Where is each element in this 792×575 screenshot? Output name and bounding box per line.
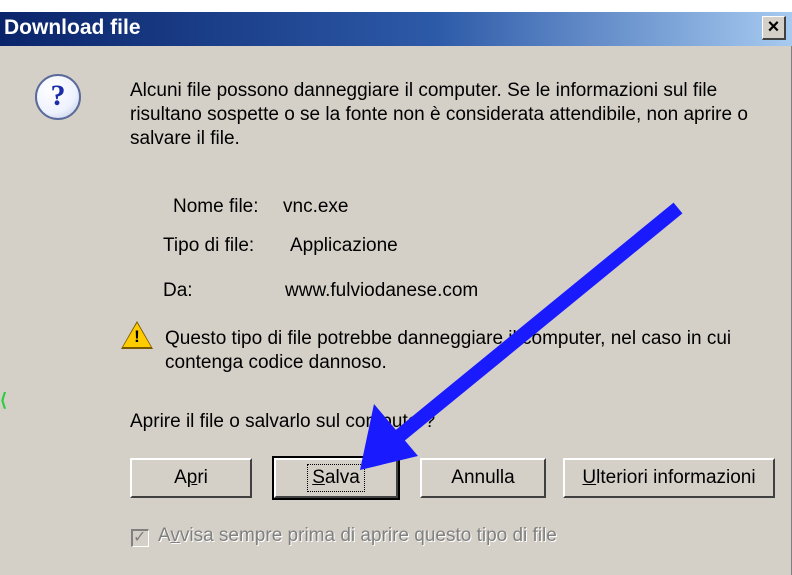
download-dialog: Download file × ? Alcuni file possono da… [0, 0, 792, 575]
annotation-arrow-icon [360, 202, 683, 470]
